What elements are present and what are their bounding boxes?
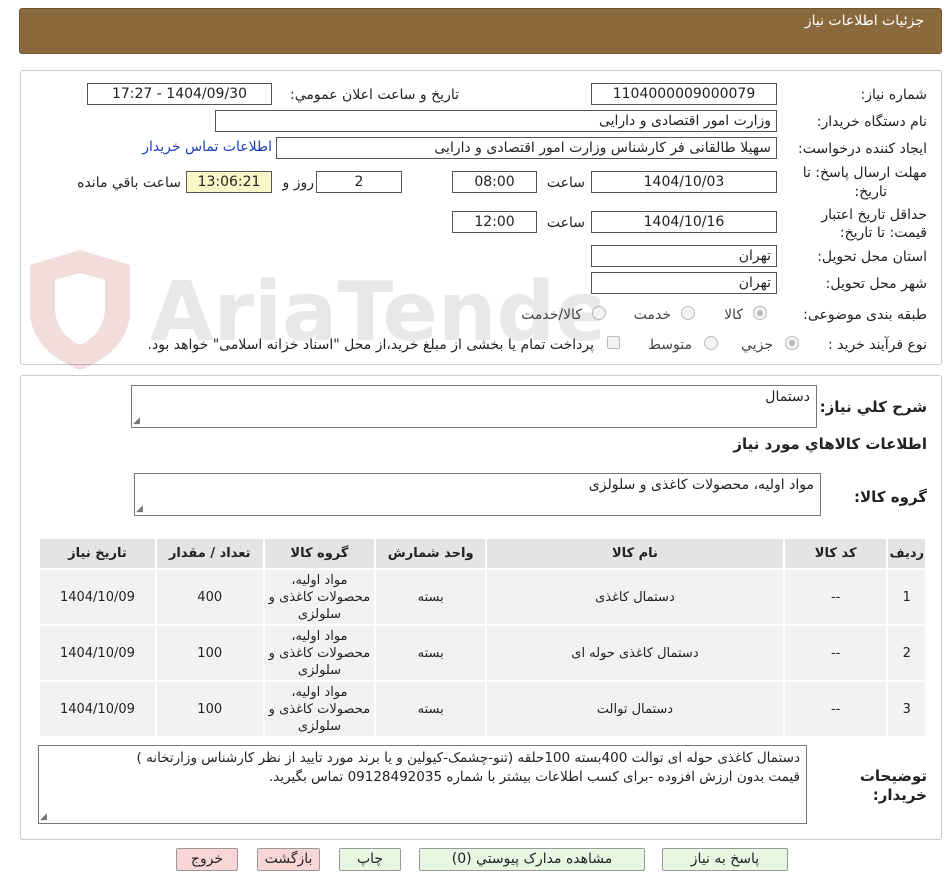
goods-group-textarea[interactable]: مواد اولیه، محصولات کاغذی و سلولزی (134, 473, 821, 516)
row-qty: 100 (154, 624, 265, 682)
buyer-notes-line2: قیمت بدون ارزش افزوده -برای کسب اطلاعات … (268, 769, 800, 785)
buyer-notes-line1: دستمال کاغذی حوله ای توالت 400بسته 100حل… (136, 750, 800, 766)
category-goods-label: کالا (724, 307, 743, 323)
province-label: استان محل تحویل: (817, 249, 927, 265)
remaining-time-field[interactable]: 13:06:21 (186, 171, 272, 193)
table-row[interactable]: 2 -- دستمال کاغذی حوله ای بسته مواد اولی… (38, 624, 927, 682)
summary-label: شرح کلي نياز: (819, 398, 927, 416)
announce-datetime-field[interactable]: 1404/09/30 - 17:27 (87, 83, 272, 105)
province-field[interactable]: تهران (591, 245, 777, 267)
row-code: -- (782, 568, 889, 626)
row-name: دستمال کاغذی (485, 568, 785, 626)
category-goods-service-radio[interactable] (592, 306, 606, 320)
city-field[interactable]: تهران (591, 272, 777, 294)
table-row[interactable]: 1 -- دستمال کاغذی بسته مواد اولیه، محصول… (38, 568, 927, 626)
validity-time-label: ساعت (546, 215, 585, 231)
row-group: مواد اولیه، محصولات کاغذی و سلولزی (262, 624, 377, 682)
city-label: شهر محل تحویل: (825, 276, 927, 292)
deadline-time-label: ساعت (546, 175, 585, 191)
process-minor-label: جزیي (741, 337, 773, 353)
category-service-radio[interactable] (681, 306, 695, 320)
summary-textarea[interactable]: دستمال (131, 385, 817, 428)
validity-date-field[interactable]: 1404/10/16 (591, 211, 777, 233)
row-index: 3 (886, 680, 927, 738)
exit-button[interactable]: خروج (176, 848, 238, 871)
row-qty: 400 (154, 568, 265, 626)
deadline-date-field[interactable]: 1404/10/03 (591, 171, 777, 193)
buyer-org-label: نام دستگاه خريدار: (816, 114, 927, 130)
ariatender-watermark-logo: AriaTender.neT (30, 250, 600, 370)
process-type-label: نوع فرآیند خرید : (828, 337, 927, 353)
row-name: دستمال کاغذی حوله ای (485, 624, 785, 682)
category-goods-service-label: کالا/خدمت (521, 307, 582, 323)
col-item-name: نام کالا (485, 537, 785, 570)
row-code: -- (782, 680, 889, 738)
row-date: 1404/10/09 (38, 624, 157, 682)
page-title: جزئیات اطلاعات نیاز (804, 13, 924, 29)
need-number-field[interactable]: 1104000009000079 (591, 83, 777, 105)
validity-time-field[interactable]: 12:00 (452, 211, 537, 233)
table-row[interactable]: 3 -- دستمال توالت بسته مواد اولیه، محصول… (38, 680, 927, 738)
remaining-time-label: ساعت باقي مانده (77, 175, 181, 191)
row-unit: بسته (374, 568, 488, 626)
buyer-org-field[interactable]: وزارت امور اقتصادی و دارایی (215, 110, 777, 132)
col-item-code: کد کالا (782, 537, 889, 570)
print-button[interactable]: چاپ (339, 848, 401, 871)
row-qty: 100 (154, 680, 265, 738)
back-button[interactable]: بازگشت (257, 848, 320, 871)
category-label: طبقه بندی موضوعی: (803, 307, 927, 323)
creator-field[interactable]: سهیلا طالقانی فر کارشناس وزارت امور اقتص… (276, 137, 777, 159)
col-need-date: تاريخ نياز (38, 537, 157, 570)
row-group: مواد اولیه، محصولات کاغذی و سلولزی (262, 680, 377, 738)
creator-label: ایجاد کننده درخواست: (798, 141, 927, 157)
remaining-days-label: روز و (282, 175, 315, 191)
row-name: دستمال توالت (485, 680, 785, 738)
remaining-days-field[interactable]: 2 (316, 171, 402, 193)
deadline-label-line2: تاريخ: (854, 184, 887, 200)
deadline-label-line1: مهلت ارسال پاسخ: تا (802, 165, 927, 181)
validity-label-line1: حداقل تاريخ اعتبار (821, 207, 927, 223)
row-code: -- (782, 624, 889, 682)
col-unit: واحد شمارش (374, 537, 488, 570)
buyer-contact-link[interactable]: اطلاعات تماس خريدار (142, 139, 272, 155)
buyer-notes-label-line2: خريدار: (872, 786, 927, 804)
category-service-label: خدمت (633, 307, 671, 323)
row-index: 2 (886, 624, 927, 682)
items-section-title: اطلاعات کالاهاي مورد نياز (733, 435, 927, 453)
summary-resize-grip-icon[interactable]: ◢ (133, 416, 140, 426)
col-goods-group: گروه کالا (262, 537, 377, 570)
goods-group-resize-grip-icon[interactable]: ◢ (136, 504, 143, 514)
view-attachments-button[interactable]: مشاهده مدارک پيوستي (0) (419, 848, 645, 871)
process-medium-radio[interactable] (704, 336, 718, 350)
buyer-notes-label-line1: توضيحات (859, 767, 927, 785)
process-medium-label: متوسط (648, 337, 692, 353)
col-quantity: تعداد / مقدار (154, 537, 265, 570)
items-table: رديف کد کالا نام کالا واحد شمارش گروه کا… (38, 537, 927, 738)
treasury-bond-checkbox[interactable] (607, 336, 620, 349)
reply-to-need-button[interactable]: پاسخ به نياز (662, 848, 788, 871)
buyer-notes-resize-grip-icon[interactable]: ◢ (40, 812, 47, 822)
treasury-bond-note: پرداخت تمام يا بخشی از مبلغ خريد،از محل … (147, 337, 594, 353)
col-row-number: رديف (886, 537, 927, 570)
items-table-header-row: رديف کد کالا نام کالا واحد شمارش گروه کا… (38, 537, 927, 570)
row-group: مواد اولیه، محصولات کاغذی و سلولزی (262, 568, 377, 626)
row-index: 1 (886, 568, 927, 626)
page-header (19, 8, 942, 54)
need-number-label: شماره نیاز: (860, 87, 928, 103)
row-date: 1404/10/09 (38, 680, 157, 738)
row-unit: بسته (374, 624, 488, 682)
row-unit: بسته (374, 680, 488, 738)
buyer-notes-textarea[interactable]: دستمال کاغذی حوله ای توالت 400بسته 100حل… (38, 745, 807, 824)
process-minor-radio[interactable] (785, 336, 799, 350)
category-goods-radio[interactable] (753, 306, 767, 320)
announce-datetime-label: تاریخ و ساعت اعلان عمومي: (290, 87, 459, 103)
row-date: 1404/10/09 (38, 568, 157, 626)
goods-group-label: گروه کالا: (854, 488, 927, 506)
validity-label-line2: قيمت: تا تاريخ: (839, 225, 927, 241)
deadline-time-field[interactable]: 08:00 (452, 171, 537, 193)
